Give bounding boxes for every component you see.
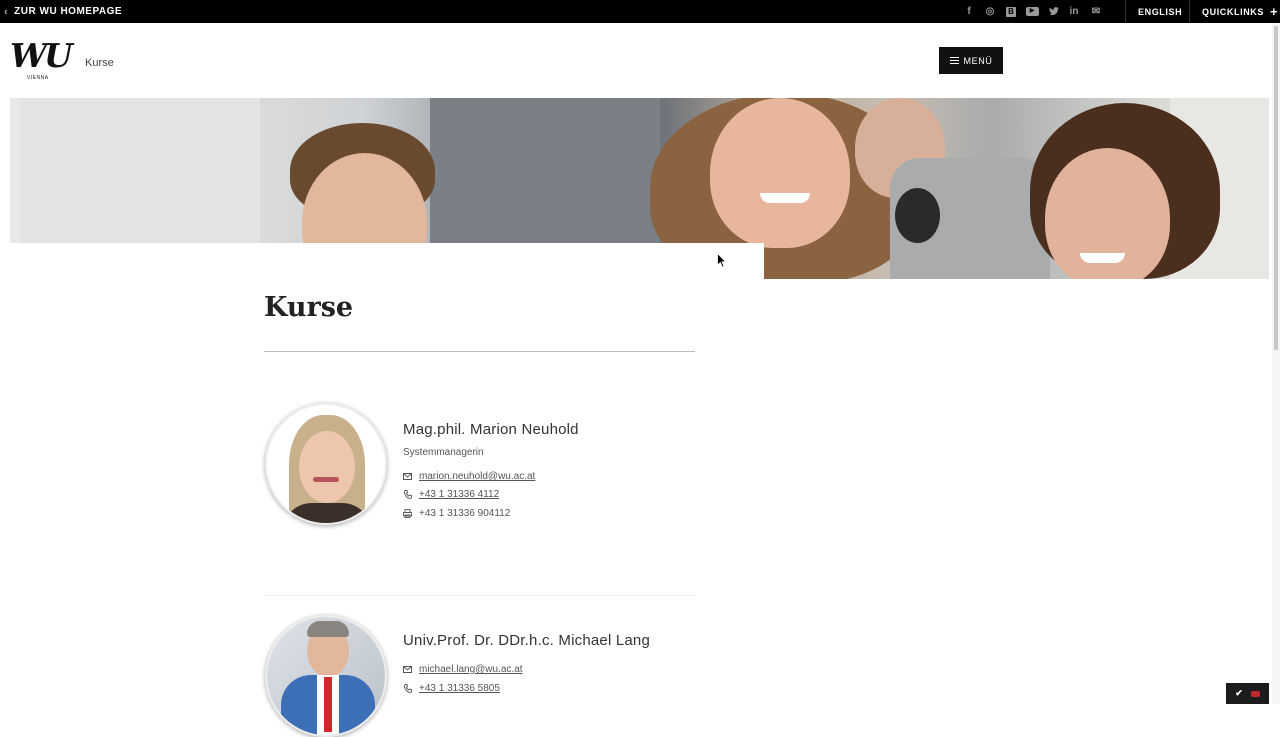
top-bar: ‹ ZUR WU HOMEPAGE f ◎ B ▶ in ✉ ENGLISH Q…: [0, 0, 1280, 23]
plus-icon: +: [1270, 4, 1279, 19]
person-name: Univ.Prof. Dr. DDr.h.c. Michael Lang: [403, 632, 651, 649]
newsletter-icon[interactable]: ✉: [1089, 0, 1103, 23]
topbar-divider: [1125, 0, 1126, 23]
youtube-icon-glyph: ▶: [1025, 7, 1039, 16]
twitter-icon[interactable]: [1047, 0, 1061, 23]
instagram-icon[interactable]: ◎: [983, 0, 997, 23]
title-divider: [264, 351, 695, 352]
mouse-cursor-icon: [717, 253, 727, 268]
scrollbar-thumb[interactable]: [1274, 26, 1278, 350]
quicklinks-label: QUICKLINKS: [1202, 6, 1264, 17]
mail-icon: [403, 472, 412, 481]
admin-widget[interactable]: ✔: [1226, 683, 1269, 704]
twitter-bird-icon: [1049, 7, 1059, 16]
check-icon: ✔: [1235, 688, 1243, 698]
blog-icon[interactable]: B: [1004, 0, 1018, 23]
wu-logo-text: WU: [10, 36, 73, 75]
fax-number: +43 1 31336 904112: [419, 508, 511, 519]
phone-row: +43 1 31336 4112: [403, 489, 499, 500]
email-row: marion.neuhold@wu.ac.at: [403, 471, 535, 482]
mail-icon: [403, 665, 412, 674]
person-role: Systemmanagerin: [403, 447, 484, 458]
back-to-homepage-label: ZUR WU HOMEPAGE: [14, 6, 123, 17]
youtube-icon[interactable]: ▶: [1024, 0, 1040, 23]
fax-row: +43 1 31336 904112: [403, 508, 510, 519]
email-link[interactable]: michael.lang@wu.ac.at: [419, 664, 523, 675]
phone-link[interactable]: +43 1 31336 5805: [419, 683, 500, 694]
person-divider: [264, 595, 695, 596]
avatar: [265, 615, 387, 737]
person-name: Mag.phil. Marion Neuhold: [403, 421, 579, 438]
menu-label: MENÜ: [963, 55, 993, 66]
phone-link[interactable]: +43 1 31336 4112: [419, 489, 499, 500]
email-row: michael.lang@wu.ac.at: [403, 664, 523, 675]
fax-icon: [403, 509, 412, 518]
phone-icon: [403, 490, 412, 499]
hero-notch: [10, 243, 764, 283]
phone-icon: [403, 684, 412, 693]
linkedin-icon[interactable]: in: [1067, 0, 1081, 23]
wu-logo-subtitle: VIENNA: [27, 75, 49, 81]
chevron-left-icon: ‹: [4, 5, 9, 18]
site-name[interactable]: Kurse: [85, 57, 114, 69]
avatar: [265, 403, 387, 525]
wu-logo[interactable]: WU VIENNA: [10, 36, 73, 84]
email-link[interactable]: marion.neuhold@wu.ac.at: [419, 471, 535, 482]
record-icon: [1250, 690, 1260, 697]
page-title: Kurse: [264, 292, 354, 323]
blog-icon-glyph: B: [1006, 6, 1016, 17]
phone-row: +43 1 31336 5805: [403, 683, 500, 694]
menu-button[interactable]: MENÜ: [939, 47, 1003, 74]
quicklinks-button[interactable]: QUICKLINKS +: [1202, 0, 1278, 23]
back-to-homepage-link[interactable]: ‹ ZUR WU HOMEPAGE: [4, 0, 122, 23]
topbar-divider: [1189, 0, 1190, 23]
hamburger-icon: [949, 57, 959, 64]
facebook-icon[interactable]: f: [962, 0, 976, 23]
english-link[interactable]: ENGLISH: [1138, 0, 1182, 23]
